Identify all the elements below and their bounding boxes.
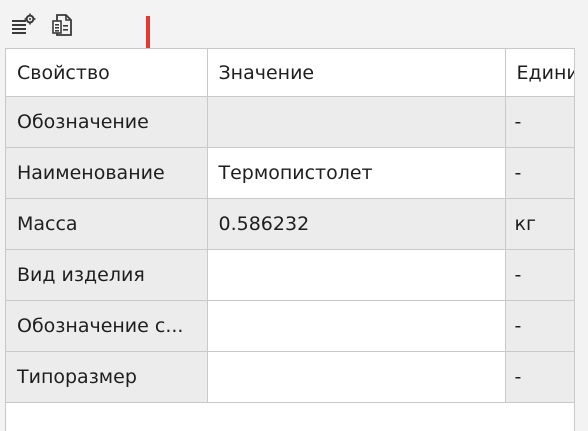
property-unit-cell: - [504, 96, 574, 148]
column-header-unit[interactable]: Едини [504, 49, 574, 97]
property-value-cell: 0.586232 [206, 198, 506, 250]
property-name-cell: Обозначение [6, 96, 208, 148]
property-unit-cell: - [504, 249, 574, 301]
toolbar [8, 10, 78, 40]
property-name-cell: Масса [6, 198, 208, 250]
table-row: Наименование Термопистолет - [6, 147, 574, 199]
table-row: Обозначение с... - [6, 300, 574, 352]
column-header-property[interactable]: Свойство [6, 49, 208, 97]
property-settings-button[interactable] [8, 10, 38, 40]
property-value-input[interactable] [206, 300, 506, 352]
property-value-cell[interactable]: Термопистолет [206, 147, 506, 199]
property-name-cell: Наименование [6, 147, 208, 199]
property-unit-cell: - [504, 300, 574, 352]
table-row: Типоразмер - [6, 351, 574, 403]
copy-properties-button[interactable] [48, 10, 78, 40]
property-value-cell [206, 96, 506, 148]
table-row: Обозначение - [6, 96, 574, 148]
property-name-cell: Типоразмер [6, 351, 208, 403]
property-unit-cell: кг [504, 198, 574, 250]
property-unit-cell: - [504, 351, 574, 403]
column-header-value[interactable]: Значение [206, 49, 506, 97]
list-gear-icon [12, 13, 36, 34]
header-row: Свойство Значение Едини [6, 49, 574, 97]
table-row: Масса 0.586232 кг [6, 198, 574, 250]
properties-table: Свойство Значение Едини Обозначение - На… [6, 49, 574, 403]
property-value-input[interactable] [206, 249, 506, 301]
property-name-cell: Обозначение с... [6, 300, 208, 352]
table-row: Вид изделия - [6, 249, 574, 301]
properties-grid: Свойство Значение Едини Обозначение - На… [5, 48, 575, 431]
property-name-cell: Вид изделия [6, 249, 208, 301]
property-value-input[interactable] [206, 351, 506, 403]
property-unit-cell: - [504, 147, 574, 199]
document-list-icon [52, 14, 72, 36]
